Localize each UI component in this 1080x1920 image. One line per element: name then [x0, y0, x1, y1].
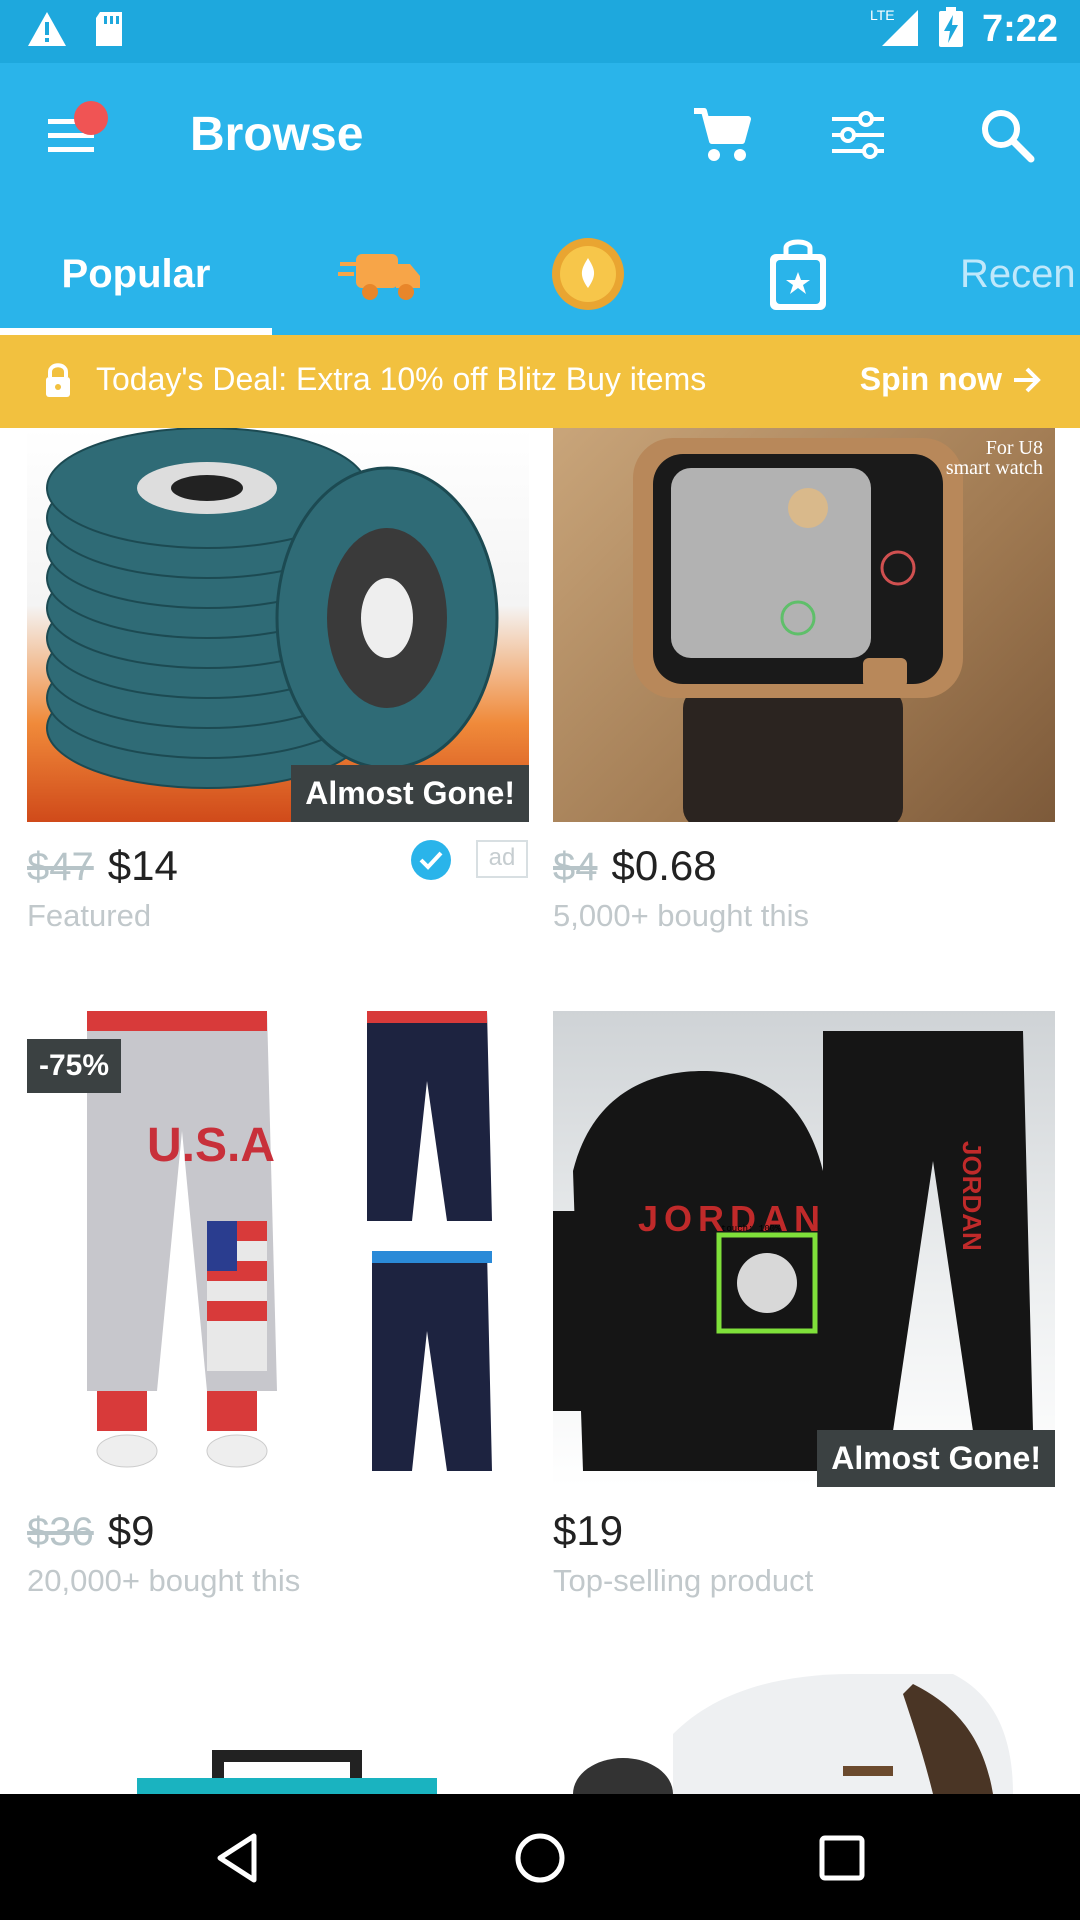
back-button[interactable] [208, 1828, 268, 1888]
toolbox-image [137, 1750, 437, 1794]
ad-badge: ad [476, 840, 528, 878]
recent-apps-button[interactable] [812, 1828, 872, 1888]
clock: 7:22 [981, 8, 1058, 50]
filter-icon [832, 111, 884, 159]
jacket-man-image [573, 1674, 1013, 1794]
back-triangle-icon [217, 1833, 257, 1883]
product-subtitle: 5,000+ bought this [553, 898, 809, 933]
product-image[interactable] [553, 1674, 1055, 1794]
product-image[interactable]: For U8 smart watch [553, 428, 1055, 822]
product-card[interactable]: JORDAN JORDAN touch: 100% Almost Gone! $… [553, 1011, 1055, 1611]
deal-banner[interactable]: Today's Deal: Extra 10% off Blitz Buy it… [0, 335, 1080, 428]
sd-card-icon [92, 10, 126, 53]
tab-selected-indicator [0, 328, 272, 335]
tab-popular[interactable]: Popular [0, 213, 272, 335]
home-button[interactable] [510, 1828, 570, 1888]
sale-price: $14 [107, 842, 178, 889]
sale-price: $9 [107, 1507, 155, 1554]
status-bar: LTE 7:22 [0, 0, 1080, 63]
spin-now-label: Spin now [859, 361, 1002, 397]
spin-now-link[interactable]: Spin now [860, 361, 1042, 398]
price-row: $19 [553, 1507, 623, 1555]
price-row: $36 $9 [27, 1507, 154, 1555]
arrow-right-icon [1014, 367, 1041, 392]
flap-disc-image [46, 428, 499, 789]
svg-text:JORDAN: JORDAN [957, 1141, 987, 1251]
product-image[interactable]: JORDAN JORDAN touch: 100% Almost Gone! [553, 1011, 1055, 1487]
filter-button[interactable] [826, 103, 890, 167]
product-subtitle: Featured [27, 898, 152, 933]
search-icon [982, 110, 1035, 163]
tab-coins[interactable] [545, 213, 630, 335]
svg-text:U.S.A: U.S.A [147, 1119, 275, 1172]
delivery-truck-icon [338, 254, 420, 300]
signal-icon: LTE [870, 6, 920, 53]
tab-label: Popular [61, 251, 211, 296]
stock-tag: Almost Gone! [291, 765, 529, 822]
jordan-tracksuit-image: JORDAN JORDAN touch: 100% [553, 1031, 1033, 1471]
coin-icon [551, 238, 624, 310]
system-nav-bar [0, 1794, 1080, 1920]
category-tabs: Popular Recen [0, 213, 1080, 335]
notification-dot [74, 101, 108, 135]
product-card[interactable]: U.S.A -75% $36 $9 20,000+ bought this [27, 1011, 529, 1611]
search-button[interactable] [975, 103, 1039, 167]
price-row: $4 $0.68 [553, 842, 717, 890]
touch-overlay: touch: 100% [721, 1224, 781, 1234]
lock-icon [44, 363, 72, 402]
deal-text: Today's Deal: Extra 10% off Blitz Buy it… [96, 361, 707, 397]
original-price: $36 [27, 1510, 94, 1554]
battery-charging-icon [938, 7, 964, 52]
product-image[interactable]: Almost Gone! [27, 428, 529, 822]
image-caption: For U8 smart watch [945, 437, 1043, 479]
sale-price: $0.68 [611, 842, 717, 889]
square-icon [819, 1835, 865, 1881]
page-title: Browse [190, 108, 364, 161]
product-subtitle: Top-selling product [553, 1563, 814, 1598]
home-circle-icon [515, 1833, 565, 1883]
smart-watch-image [633, 438, 963, 822]
original-price: $4 [553, 845, 598, 889]
discount-badge: -75% [27, 1039, 122, 1093]
sale-price: $19 [553, 1507, 624, 1554]
product-card[interactable]: For U8 smart watch $4 $0.68 5,000+ bough… [553, 428, 1055, 948]
product-card[interactable] [27, 1674, 529, 1794]
verified-badge-icon [409, 838, 453, 882]
tab-delivery[interactable] [330, 213, 430, 335]
network-label: LTE [870, 7, 895, 23]
app-bar: Browse [0, 63, 1080, 213]
price-row: $47 $14 [27, 842, 178, 890]
warning-icon [26, 10, 68, 53]
shopping-bag-star-icon [770, 239, 826, 310]
cart-button[interactable] [690, 103, 754, 167]
cart-icon [694, 108, 751, 161]
original-price: $47 [27, 845, 94, 889]
tab-label: Recen [960, 251, 1076, 296]
product-card[interactable] [553, 1674, 1055, 1794]
menu-button[interactable] [40, 101, 110, 165]
tab-recent[interactable]: Recen [960, 213, 1080, 335]
product-card[interactable]: Almost Gone! $47 $14 ad Featured [27, 428, 529, 948]
product-subtitle: 20,000+ bought this [27, 1563, 301, 1598]
product-image[interactable]: U.S.A -75% [27, 1011, 529, 1487]
tab-wishlist[interactable] [758, 213, 838, 335]
stock-tag: Almost Gone! [817, 1430, 1055, 1487]
product-image[interactable] [27, 1674, 529, 1794]
